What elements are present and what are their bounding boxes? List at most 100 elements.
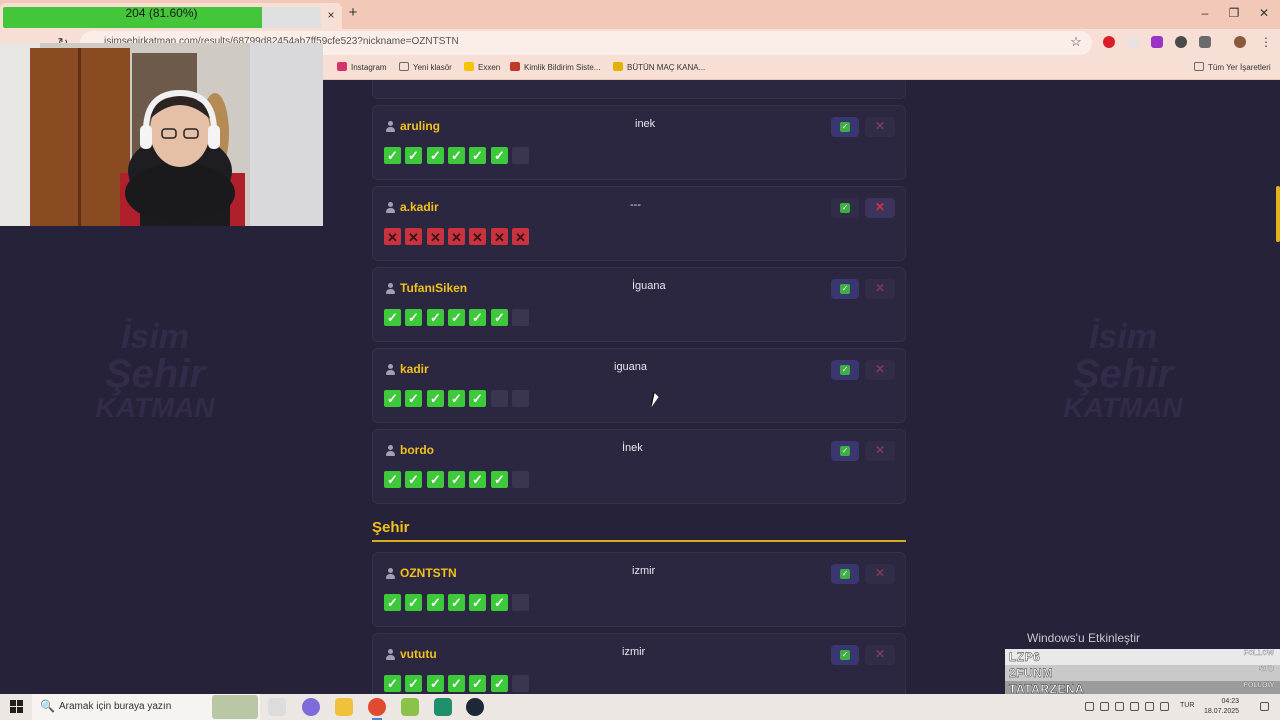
twitch-extension-icon[interactable] <box>1151 36 1163 48</box>
bookmark-exxen[interactable]: Exxen <box>464 61 500 75</box>
player-answer: İguana <box>632 280 666 292</box>
taskbar-search[interactable]: 🔍 Aramak için buraya yazın <box>32 694 260 720</box>
steam-icon[interactable] <box>466 698 484 716</box>
kimlik-icon <box>510 62 520 71</box>
vote-no-icon: ✕ <box>448 228 465 245</box>
approve-button[interactable]: ✓ <box>831 279 859 299</box>
close-icon: ✕ <box>874 200 886 214</box>
vote-yes-icon: ✓ <box>427 309 444 326</box>
vote-yes-icon: ✓ <box>491 147 508 164</box>
reject-button[interactable]: ✕ <box>865 645 895 665</box>
reject-button[interactable]: ✕ <box>865 360 895 380</box>
player-answer: izmir <box>622 646 646 658</box>
folder-icon <box>1194 62 1204 71</box>
vote-empty-slot <box>512 390 529 407</box>
webcam-overlay <box>0 43 323 226</box>
answer-card: OZNTSTN izmir ✓ ✕ ✓ ✓ ✓ ✓ ✓ ✓ <box>372 552 906 627</box>
browser-tab[interactable]: 204 (81.60%) × <box>0 3 342 29</box>
vote-yes-icon: ✓ <box>448 390 465 407</box>
bookmark-instagram[interactable]: Instagram <box>337 61 387 75</box>
search-icon: 🔍 <box>40 699 55 713</box>
approve-button[interactable]: ✓ <box>831 360 859 380</box>
reject-button[interactable]: ✕ <box>865 117 895 137</box>
approve-button[interactable]: ✓ <box>831 441 859 461</box>
tab-close-button[interactable]: × <box>324 8 338 22</box>
vote-yes-icon: ✓ <box>448 594 465 611</box>
extension-icon[interactable] <box>1175 36 1187 48</box>
player-nickname: OZNTSTN <box>400 566 457 580</box>
profile-avatar-icon[interactable] <box>1234 36 1246 48</box>
window-restore-button[interactable]: ❐ <box>1227 6 1241 20</box>
alert-username: LZP6 <box>1009 650 1041 664</box>
vote-yes-icon: ✓ <box>469 471 486 488</box>
chrome-icon[interactable] <box>368 698 386 720</box>
vote-yes-icon: ✓ <box>491 309 508 326</box>
approve-button[interactable]: ✓ <box>831 198 859 218</box>
checkmark-icon: ✓ <box>840 446 850 456</box>
vote-yes-icon: ✓ <box>384 675 401 692</box>
approve-button[interactable]: ✓ <box>831 117 859 137</box>
volume-icon[interactable] <box>1160 702 1169 711</box>
extension-icon[interactable] <box>1127 36 1139 48</box>
window-close-button[interactable]: ✕ <box>1257 6 1271 20</box>
vote-yes-icon: ✓ <box>405 471 422 488</box>
app-icon[interactable] <box>401 698 419 716</box>
file-explorer-icon[interactable] <box>335 698 353 716</box>
player-nickname: TufanıSiken <box>400 281 468 295</box>
app-icon[interactable] <box>434 698 452 716</box>
reject-button[interactable]: ✕ <box>865 279 895 299</box>
clock[interactable]: 04:23 18.07.2025 <box>1204 697 1239 717</box>
task-view-icon[interactable] <box>268 698 286 716</box>
search-highlight-icon <box>212 695 258 719</box>
window-minimize-button[interactable]: – <box>1198 6 1212 20</box>
new-tab-button[interactable]: + <box>346 5 360 20</box>
vote-yes-icon: ✓ <box>384 147 401 164</box>
bookmark-star-icon[interactable]: ☆ <box>1069 35 1083 49</box>
taskbar: 🔍 Aramak için buraya yazın TUR 04:23 18.… <box>0 694 1280 720</box>
language-indicator[interactable]: TUR <box>1180 702 1194 709</box>
answer-card: TufanıSiken İguana ✓ ✕ ✓ ✓ ✓ ✓ ✓ ✓ <box>372 267 906 342</box>
approve-button[interactable]: ✓ <box>831 564 859 584</box>
bookmark-kimlik[interactable]: Kimlik Bildirim Siste... <box>510 61 600 75</box>
network-icon[interactable] <box>1145 702 1154 711</box>
checkmark-icon: ✓ <box>840 203 850 213</box>
checkmark-icon: ✓ <box>840 650 850 660</box>
watermark-logo: İsim Şehir KATMAN <box>95 318 215 423</box>
windows-start-icon[interactable] <box>10 700 23 713</box>
notification-icon[interactable] <box>1260 702 1269 711</box>
browser-menu-icon[interactable]: ⋮ <box>1260 36 1272 48</box>
reject-button[interactable]: ✕ <box>865 564 895 584</box>
tray-icon[interactable] <box>1115 702 1124 711</box>
answer-card: bordo İnek ✓ ✕ ✓ ✓ ✓ ✓ ✓ ✓ <box>372 429 906 504</box>
tray-chevron-icon[interactable] <box>1085 702 1094 711</box>
tray-icon[interactable] <box>1130 702 1139 711</box>
reject-button[interactable]: ✕ <box>865 441 895 461</box>
alert-username: 2FUNM <box>1009 666 1053 680</box>
approve-button[interactable]: ✓ <box>831 645 859 665</box>
answer-card-partial <box>372 80 906 99</box>
bookmark-butun-mac[interactable]: BÜTÜN MAÇ KANA... <box>613 61 705 75</box>
vote-yes-icon: ✓ <box>469 594 486 611</box>
vote-yes-icon: ✓ <box>427 390 444 407</box>
copilot-icon[interactable] <box>302 698 320 716</box>
scrollbar-thumb[interactable] <box>1276 186 1280 242</box>
reject-button[interactable]: ✕ <box>865 198 895 218</box>
all-bookmarks[interactable]: Tüm Yer İşaretleri <box>1194 61 1271 75</box>
player-nickname: a.kadir <box>400 200 439 214</box>
puzzle-extensions-icon[interactable] <box>1199 36 1211 48</box>
tab-strip: 204 (81.60%) × + – ❐ ✕ <box>0 0 1280 29</box>
user-icon <box>385 568 396 579</box>
bookmark-yeni-klasor[interactable]: Yeni klasör <box>399 61 452 75</box>
section-title: Şehir <box>372 519 410 536</box>
vote-yes-icon: ✓ <box>448 471 465 488</box>
user-icon <box>385 283 396 294</box>
vote-no-icon: ✕ <box>469 228 486 245</box>
watermark-logo: İsim Şehir KATMAN <box>1063 318 1183 423</box>
vote-yes-icon: ✓ <box>491 675 508 692</box>
vote-yes-icon: ✓ <box>405 675 422 692</box>
user-icon <box>385 202 396 213</box>
vote-yes-icon: ✓ <box>469 309 486 326</box>
tray-icon[interactable] <box>1100 702 1109 711</box>
search-input[interactable]: Aramak için buraya yazın <box>59 701 171 712</box>
opera-extension-icon[interactable] <box>1103 36 1115 48</box>
